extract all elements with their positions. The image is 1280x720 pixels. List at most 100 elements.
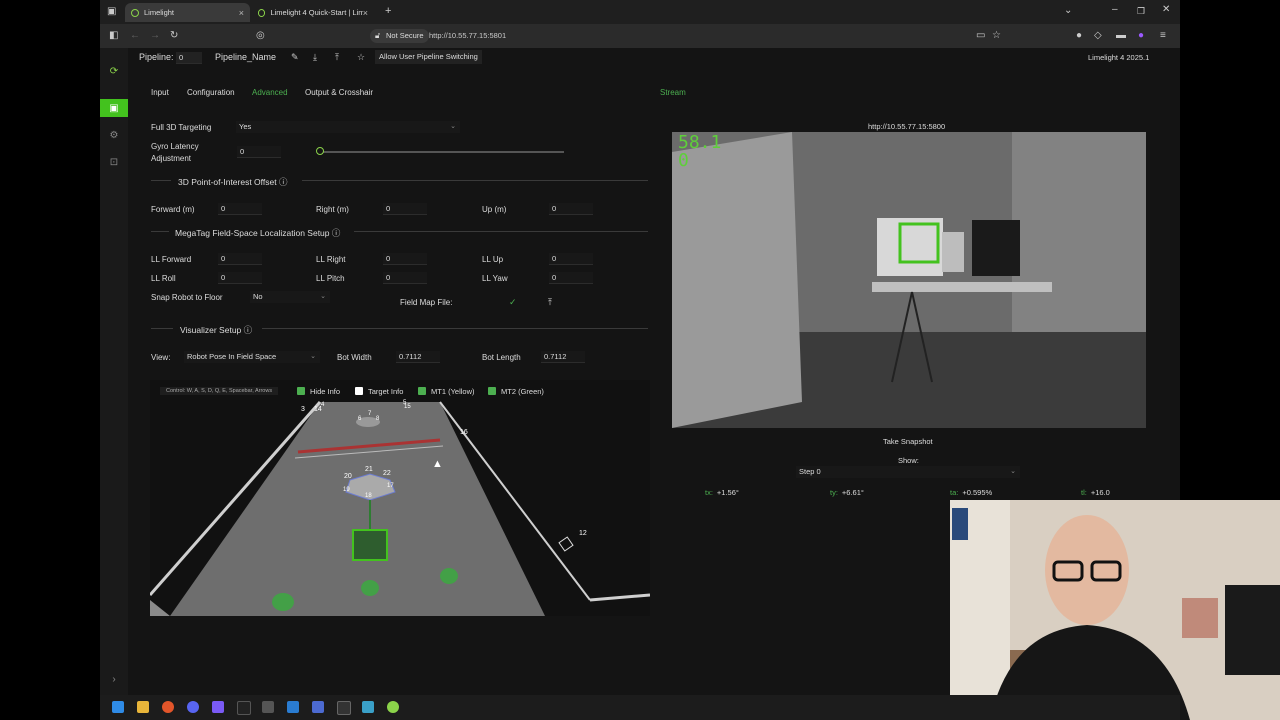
upload-icon[interactable]: ⤒ [335, 52, 339, 63]
menu-icon[interactable]: ≡ [1160, 30, 1166, 42]
close-tab-icon[interactable]: × [363, 8, 368, 18]
tag-id-label: 16 [460, 429, 468, 436]
tab-input[interactable]: Input [151, 88, 169, 97]
ll-right-input[interactable]: 0 [383, 253, 427, 265]
info-icon[interactable]: ⓘ [279, 177, 288, 187]
close-tab-icon[interactable]: × [239, 8, 244, 18]
edit-icon[interactable]: ✎ [291, 52, 299, 63]
controls-hint: Control: W, A, S, D, Q, E, Spacebar, Arr… [160, 387, 279, 395]
show-step-select[interactable]: Step 0 ⌄ [796, 466, 1020, 478]
pipeline-bar: Pipeline: 0 Pipeline_Name ✎ ⤓ ⤒ ☆ Allow … [128, 48, 1180, 68]
divider [151, 328, 173, 329]
take-snapshot-button[interactable]: Take Snapshot [883, 437, 933, 446]
profile-icon[interactable]: ● [1138, 30, 1144, 42]
info-icon[interactable]: ⓘ [332, 228, 341, 238]
upload-field-map-icon[interactable]: ⤒ [548, 297, 552, 308]
app-icon[interactable] [237, 701, 251, 715]
close-window-icon[interactable]: ✕ [1162, 4, 1170, 16]
megatag-section-label: MegaTag Field-Space Localization Setup [175, 228, 330, 238]
forward-icon[interactable]: → [150, 30, 160, 42]
gyro-latency-slider-track[interactable] [320, 151, 564, 153]
hide-info-checkbox[interactable] [297, 387, 305, 395]
webcam-overlay [950, 500, 1280, 720]
not-secure-badge[interactable]: 🔓︎ Not Secure [370, 29, 429, 43]
mt2-checkbox[interactable] [488, 387, 496, 395]
sidebar-item-settings[interactable]: ⚙ [100, 126, 128, 144]
url-field[interactable]: http://10.55.77.15:5801 [429, 29, 506, 43]
sidebar-toggle-icon[interactable]: ◧ [109, 30, 118, 42]
app-icon[interactable] [212, 701, 224, 713]
terminal-icon[interactable] [337, 701, 351, 715]
start-menu-icon[interactable] [112, 701, 124, 713]
forward-input[interactable]: 0 [218, 203, 262, 215]
sidebar-expand-button[interactable]: › [100, 670, 128, 688]
camera-stream[interactable]: 58.1 0 [672, 132, 1146, 428]
limelight-hardware-manager-icon[interactable] [387, 701, 399, 713]
app-icon[interactable] [262, 701, 274, 713]
gyro-latency-label-line2: Adjustment [151, 154, 192, 163]
ll-roll-input[interactable]: 0 [218, 272, 262, 284]
camera-icon: ▣ [109, 102, 119, 114]
mt2-label: MT2 (Green) [501, 387, 544, 396]
snap-robot-select[interactable]: No ⌄ [250, 291, 330, 303]
limelight-logo-icon: ⟳ [109, 65, 119, 77]
tab-stream[interactable]: Stream [660, 88, 686, 97]
ll-yaw-input[interactable]: 0 [549, 272, 593, 284]
bot-length-input[interactable]: 0.7112 [541, 351, 585, 363]
tab-search-icon[interactable]: ⌄ [1064, 5, 1072, 17]
field-visualizer[interactable]: 3 14 4 5 15 6 7 8 16 20 21 22 19 17 18 1… [150, 380, 650, 616]
allow-user-pipeline-switching-button[interactable]: Allow User Pipeline Switching [375, 50, 482, 64]
field-3d-scene[interactable]: 3 14 4 5 15 6 7 8 16 20 21 22 19 17 18 1… [150, 380, 650, 616]
ll-up-input[interactable]: 0 [549, 253, 593, 265]
download-icon[interactable]: ⤓ [313, 52, 317, 63]
sidebar-item-tools[interactable]: ⊡ [100, 153, 128, 171]
app-icon[interactable] [312, 701, 324, 713]
back-icon[interactable]: ← [130, 30, 140, 42]
vscode-icon[interactable] [287, 701, 299, 713]
version-label: Limelight 4 2025.1 [1088, 53, 1150, 62]
ll-forward-input[interactable]: 0 [218, 253, 262, 265]
bookmark-star-icon[interactable]: ☆ [992, 30, 1001, 42]
discord-icon[interactable] [187, 701, 199, 713]
extension-icon[interactable]: ● [1076, 30, 1082, 42]
gyro-latency-slider-handle[interactable] [316, 147, 324, 155]
minimize-icon[interactable]: – [1112, 4, 1118, 16]
site-info-icon[interactable]: ◎ [256, 30, 265, 42]
view-select[interactable]: Robot Pose In Field Space ⌄ [184, 351, 320, 363]
stat-key: ty: [830, 488, 838, 497]
app-icon[interactable] [362, 701, 374, 713]
extension-icon[interactable]: ▬ [1116, 30, 1126, 42]
info-icon[interactable]: ⓘ [244, 325, 253, 335]
target-info-label: Target Info [368, 387, 404, 396]
tab-advanced[interactable]: Advanced [252, 88, 288, 97]
bot-width-input[interactable]: 0.7112 [396, 351, 440, 363]
reload-icon[interactable]: ↻ [170, 30, 178, 42]
firefox-icon[interactable] [162, 701, 174, 713]
tab-configuration[interactable]: Configuration [187, 88, 235, 97]
restore-icon[interactable]: ❐ [1137, 5, 1145, 17]
file-explorer-icon[interactable] [137, 701, 149, 713]
tab-output-crosshair[interactable]: Output & Crosshair [305, 88, 373, 97]
full-3d-targeting-select[interactable]: Yes ⌄ [236, 121, 460, 133]
target-info-checkbox[interactable] [355, 387, 363, 395]
puzzle-icon[interactable]: ◇ [1094, 30, 1102, 42]
star-icon[interactable]: ☆ [357, 52, 365, 63]
window-menu-icon[interactable]: ▣ [107, 6, 116, 18]
webcam-image [950, 500, 1280, 720]
mt1-checkbox[interactable] [418, 387, 426, 395]
pipeline-index-select[interactable]: 0 [176, 52, 202, 64]
stat-key: ta: [950, 488, 959, 497]
browser-tab-limelight[interactable]: Limelight × [125, 3, 250, 22]
reader-icon[interactable]: ▭ [976, 30, 985, 42]
ll-pitch-label: LL Pitch [316, 274, 345, 283]
snap-robot-label: Snap Robot to Floor [151, 293, 223, 302]
view-value: Robot Pose In Field Space [187, 352, 277, 361]
browser-tab-quickstart[interactable]: Limelight 4 Quick-Start | Limeli × [252, 3, 374, 22]
gyro-latency-input[interactable]: 0 [237, 146, 281, 158]
right-input[interactable]: 0 [383, 203, 427, 215]
new-tab-icon[interactable]: + [385, 5, 391, 17]
ll-pitch-input[interactable]: 0 [383, 272, 427, 284]
sidebar-item-camera[interactable]: ▣ [100, 99, 128, 117]
up-input[interactable]: 0 [549, 203, 593, 215]
pipeline-name[interactable]: Pipeline_Name [215, 52, 276, 62]
